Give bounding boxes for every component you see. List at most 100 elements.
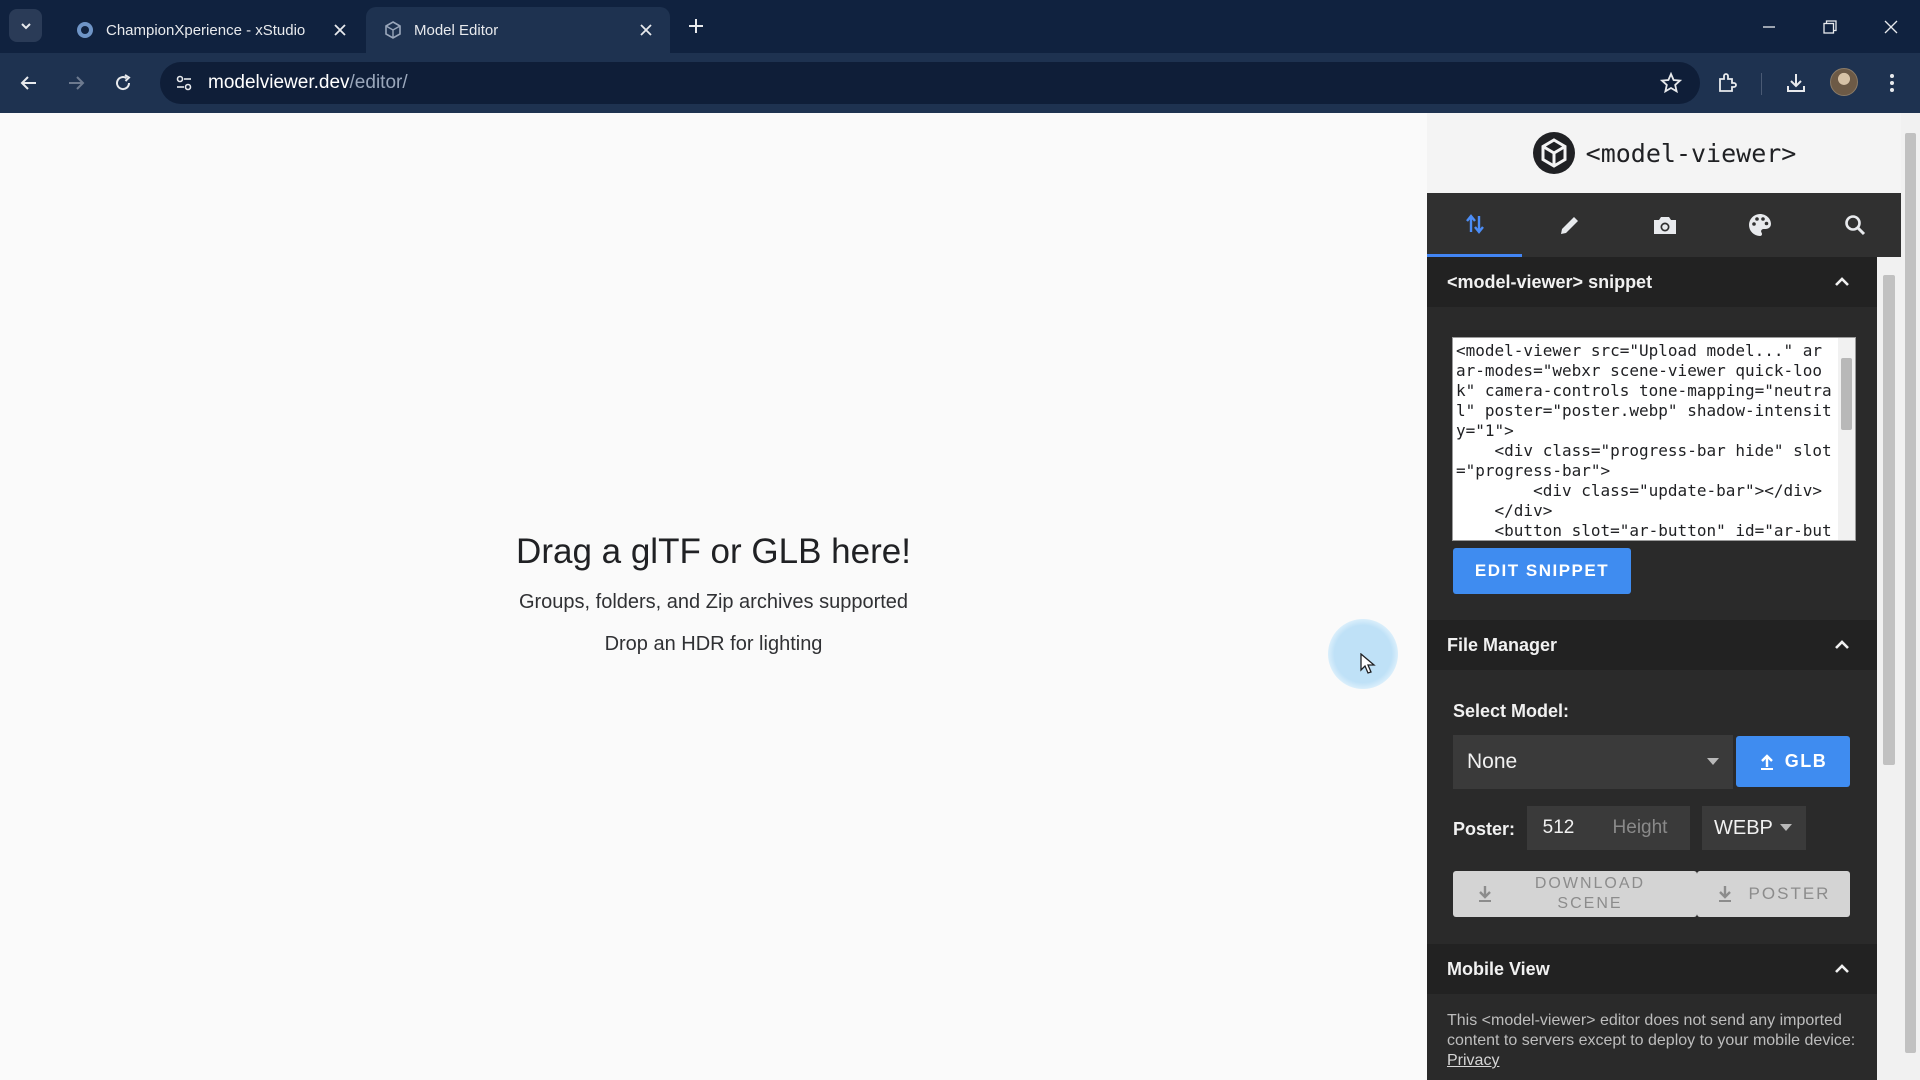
- brand-name: <model-viewer>: [1585, 138, 1797, 168]
- download-icon: [1479, 886, 1491, 902]
- poster-button-label: POSTER: [1748, 884, 1831, 903]
- chrome-menu-button[interactable]: [1876, 67, 1908, 99]
- puzzle-icon: [1719, 73, 1737, 92]
- mobile-view-title: Mobile View: [1447, 958, 1550, 979]
- mouse-pointer-icon: [1360, 653, 1376, 674]
- privacy-footer-text: This <model-viewer> editor does not send…: [1447, 1012, 1856, 1049]
- poster-height-placeholder: Height: [1612, 817, 1668, 838]
- chevron-down-icon: [20, 22, 31, 29]
- downloads-button[interactable]: [1780, 67, 1812, 99]
- editor-panel: <model-viewer> <model-viewer> snippet <m…: [1427, 113, 1901, 1080]
- url-path: /editor/: [349, 72, 408, 93]
- chevron-up-icon: [1835, 277, 1849, 286]
- glb-button-label: GLB: [1784, 751, 1828, 771]
- snippet-textarea[interactable]: <model-viewer src="Upload model..." ar a…: [1452, 337, 1856, 541]
- download-scene-label-line1: DOWNLOAD: [1534, 875, 1646, 892]
- reload-button[interactable]: [107, 67, 139, 99]
- arrow-left-icon: [20, 76, 36, 90]
- page-scrollbar[interactable]: [1901, 113, 1920, 1080]
- upload-icon: [1760, 753, 1773, 770]
- tab-championxperience[interactable]: ChampionXperience - xStudio: [58, 7, 364, 53]
- arrow-right-icon: [69, 76, 85, 90]
- minimize-icon: [1763, 26, 1775, 28]
- page-scroll-thumb[interactable]: [1905, 133, 1916, 1053]
- model-drop-area[interactable]: Drag a glTF or GLB here! Groups, folders…: [0, 113, 1427, 1080]
- drop-subtitle-archives: Groups, folders, and Zip archives suppor…: [518, 591, 909, 613]
- snippet-scrollbar[interactable]: [1838, 338, 1855, 540]
- file-manager-section-header[interactable]: File Manager: [1427, 620, 1877, 670]
- cube-favicon-icon: [385, 21, 401, 39]
- tab-file[interactable]: [1427, 193, 1522, 257]
- profile-avatar[interactable]: [1830, 68, 1858, 96]
- close-tab-icon[interactable]: [330, 20, 350, 40]
- extensions-button[interactable]: [1711, 67, 1743, 99]
- restore-button[interactable]: [1815, 12, 1845, 42]
- poster-format-dropdown[interactable]: WEBP: [1702, 806, 1806, 850]
- download-icon: [1718, 886, 1731, 902]
- snippet-code: <model-viewer src="Upload model..." ar a…: [1456, 341, 1832, 540]
- chevron-up-icon: [1835, 964, 1849, 973]
- poster-height-input[interactable]: Height: [1590, 806, 1690, 850]
- back-button[interactable]: [13, 67, 45, 99]
- close-window-button[interactable]: [1876, 12, 1906, 42]
- pencil-icon: [1560, 217, 1578, 234]
- snippet-section-header[interactable]: <model-viewer> snippet: [1427, 257, 1877, 307]
- panel-header: <model-viewer>: [1427, 113, 1901, 193]
- poster-format-value: WEBP: [1714, 816, 1773, 839]
- privacy-footer: This <model-viewer> editor does not send…: [1447, 1011, 1867, 1071]
- panel-inner-scroll-thumb[interactable]: [1883, 275, 1895, 765]
- bookmark-star-icon[interactable]: [1658, 70, 1684, 96]
- address-bar[interactable]: modelviewer.dev/editor/: [160, 62, 1700, 104]
- dropdown-arrow-icon: [1780, 824, 1792, 831]
- dropdown-arrow-icon: [1707, 758, 1719, 765]
- select-model-dropdown[interactable]: None: [1453, 735, 1733, 789]
- file-manager-title: File Manager: [1447, 634, 1558, 655]
- restore-icon: [1823, 20, 1837, 34]
- poster-width-input[interactable]: 512: [1527, 806, 1590, 850]
- site-info-icon[interactable]: [170, 69, 198, 97]
- privacy-link[interactable]: Privacy: [1447, 1052, 1499, 1069]
- tab-search-button[interactable]: [9, 9, 42, 42]
- drop-subtitle-hdr: Drop an HDR for lighting: [604, 633, 823, 655]
- drop-title: Drag a glTF or GLB here!: [516, 532, 911, 571]
- download-poster-button[interactable]: POSTER: [1697, 871, 1850, 917]
- tab-title: ChampionXperience - xStudio: [106, 21, 306, 39]
- mobile-view-section-header[interactable]: Mobile View: [1427, 944, 1877, 994]
- edit-snippet-button[interactable]: EDIT SNIPPET: [1453, 548, 1631, 594]
- xstudio-favicon-icon: [77, 22, 93, 38]
- tab-camera[interactable]: [1617, 193, 1712, 257]
- upload-download-icon: [1465, 213, 1484, 234]
- new-tab-button[interactable]: [682, 12, 710, 40]
- toolbar-divider: [1761, 73, 1762, 95]
- download-scene-label: DOWNLOAD SCENE: [1535, 874, 1645, 914]
- poster-width-value: 512: [1542, 817, 1575, 838]
- palette-icon: [1748, 214, 1771, 236]
- tab-model-editor[interactable]: Model Editor: [366, 7, 670, 53]
- download-scene-button[interactable]: DOWNLOAD SCENE: [1453, 871, 1697, 917]
- download-scene-label-line2: SCENE: [1557, 895, 1623, 912]
- browser-toolbar: modelviewer.dev/editor/: [0, 53, 1920, 113]
- close-tab-icon[interactable]: [636, 20, 656, 40]
- select-model-value: None: [1467, 750, 1518, 773]
- camera-icon: [1653, 217, 1676, 234]
- close-icon: [1884, 20, 1898, 34]
- snippet-scroll-thumb[interactable]: [1841, 358, 1852, 430]
- browser-tab-bar: ChampionXperience - xStudio Model Editor: [0, 0, 1920, 53]
- snippet-section-title: <model-viewer> snippet: [1447, 271, 1653, 292]
- search-icon: [1844, 215, 1865, 236]
- tab-materials[interactable]: [1712, 193, 1807, 257]
- plus-icon: [689, 19, 703, 33]
- upload-glb-button[interactable]: GLB: [1736, 736, 1850, 787]
- url-text: modelviewer.dev/editor/: [208, 72, 408, 94]
- tab-title: Model Editor: [414, 21, 499, 39]
- more-vertical-icon: [1890, 74, 1894, 92]
- forward-button[interactable]: [60, 67, 92, 99]
- minimize-button[interactable]: [1754, 12, 1784, 42]
- tab-inspect[interactable]: [1807, 193, 1901, 257]
- reload-icon: [116, 74, 131, 91]
- select-model-label: Select Model:: [1453, 701, 1570, 721]
- url-host: modelviewer.dev: [208, 72, 350, 93]
- panel-inner-scrollbar[interactable]: [1877, 257, 1901, 1080]
- tab-edit[interactable]: [1522, 193, 1617, 257]
- poster-label: Poster:: [1453, 819, 1516, 839]
